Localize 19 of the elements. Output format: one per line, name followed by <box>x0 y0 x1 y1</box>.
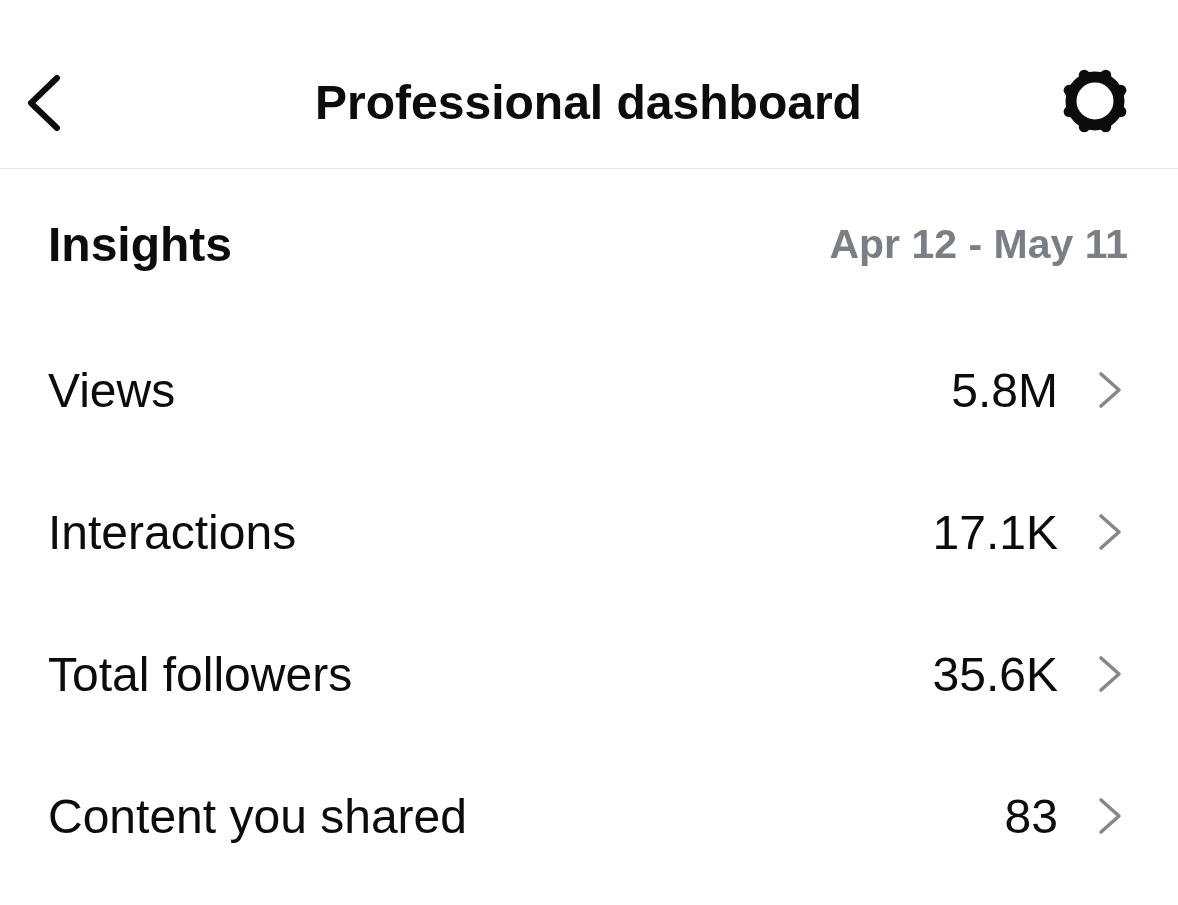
metric-label: Content you shared <box>48 788 468 844</box>
back-button[interactable] <box>26 74 62 132</box>
chevron-right-icon <box>1098 513 1122 551</box>
metric-value: 17.1K <box>932 504 1058 560</box>
chevron-right-icon <box>1098 797 1122 835</box>
metric-value: 35.6K <box>932 646 1058 702</box>
metric-value: 5.8M <box>951 362 1058 418</box>
section-title: Insights <box>48 216 232 272</box>
date-range: Apr 12 - May 11 <box>829 220 1128 268</box>
settings-icon <box>1061 67 1129 135</box>
metric-value: 83 <box>1004 788 1058 844</box>
metric-label: Interactions <box>48 504 298 560</box>
settings-button[interactable] <box>1061 67 1129 135</box>
chevron-right-icon <box>1098 371 1122 409</box>
back-chevron-icon <box>26 74 62 132</box>
metric-label: Views <box>48 362 177 418</box>
page-title: Professional dashboard <box>315 74 862 130</box>
metric-label: Total followers <box>48 646 354 702</box>
chevron-right-icon <box>1098 655 1122 693</box>
